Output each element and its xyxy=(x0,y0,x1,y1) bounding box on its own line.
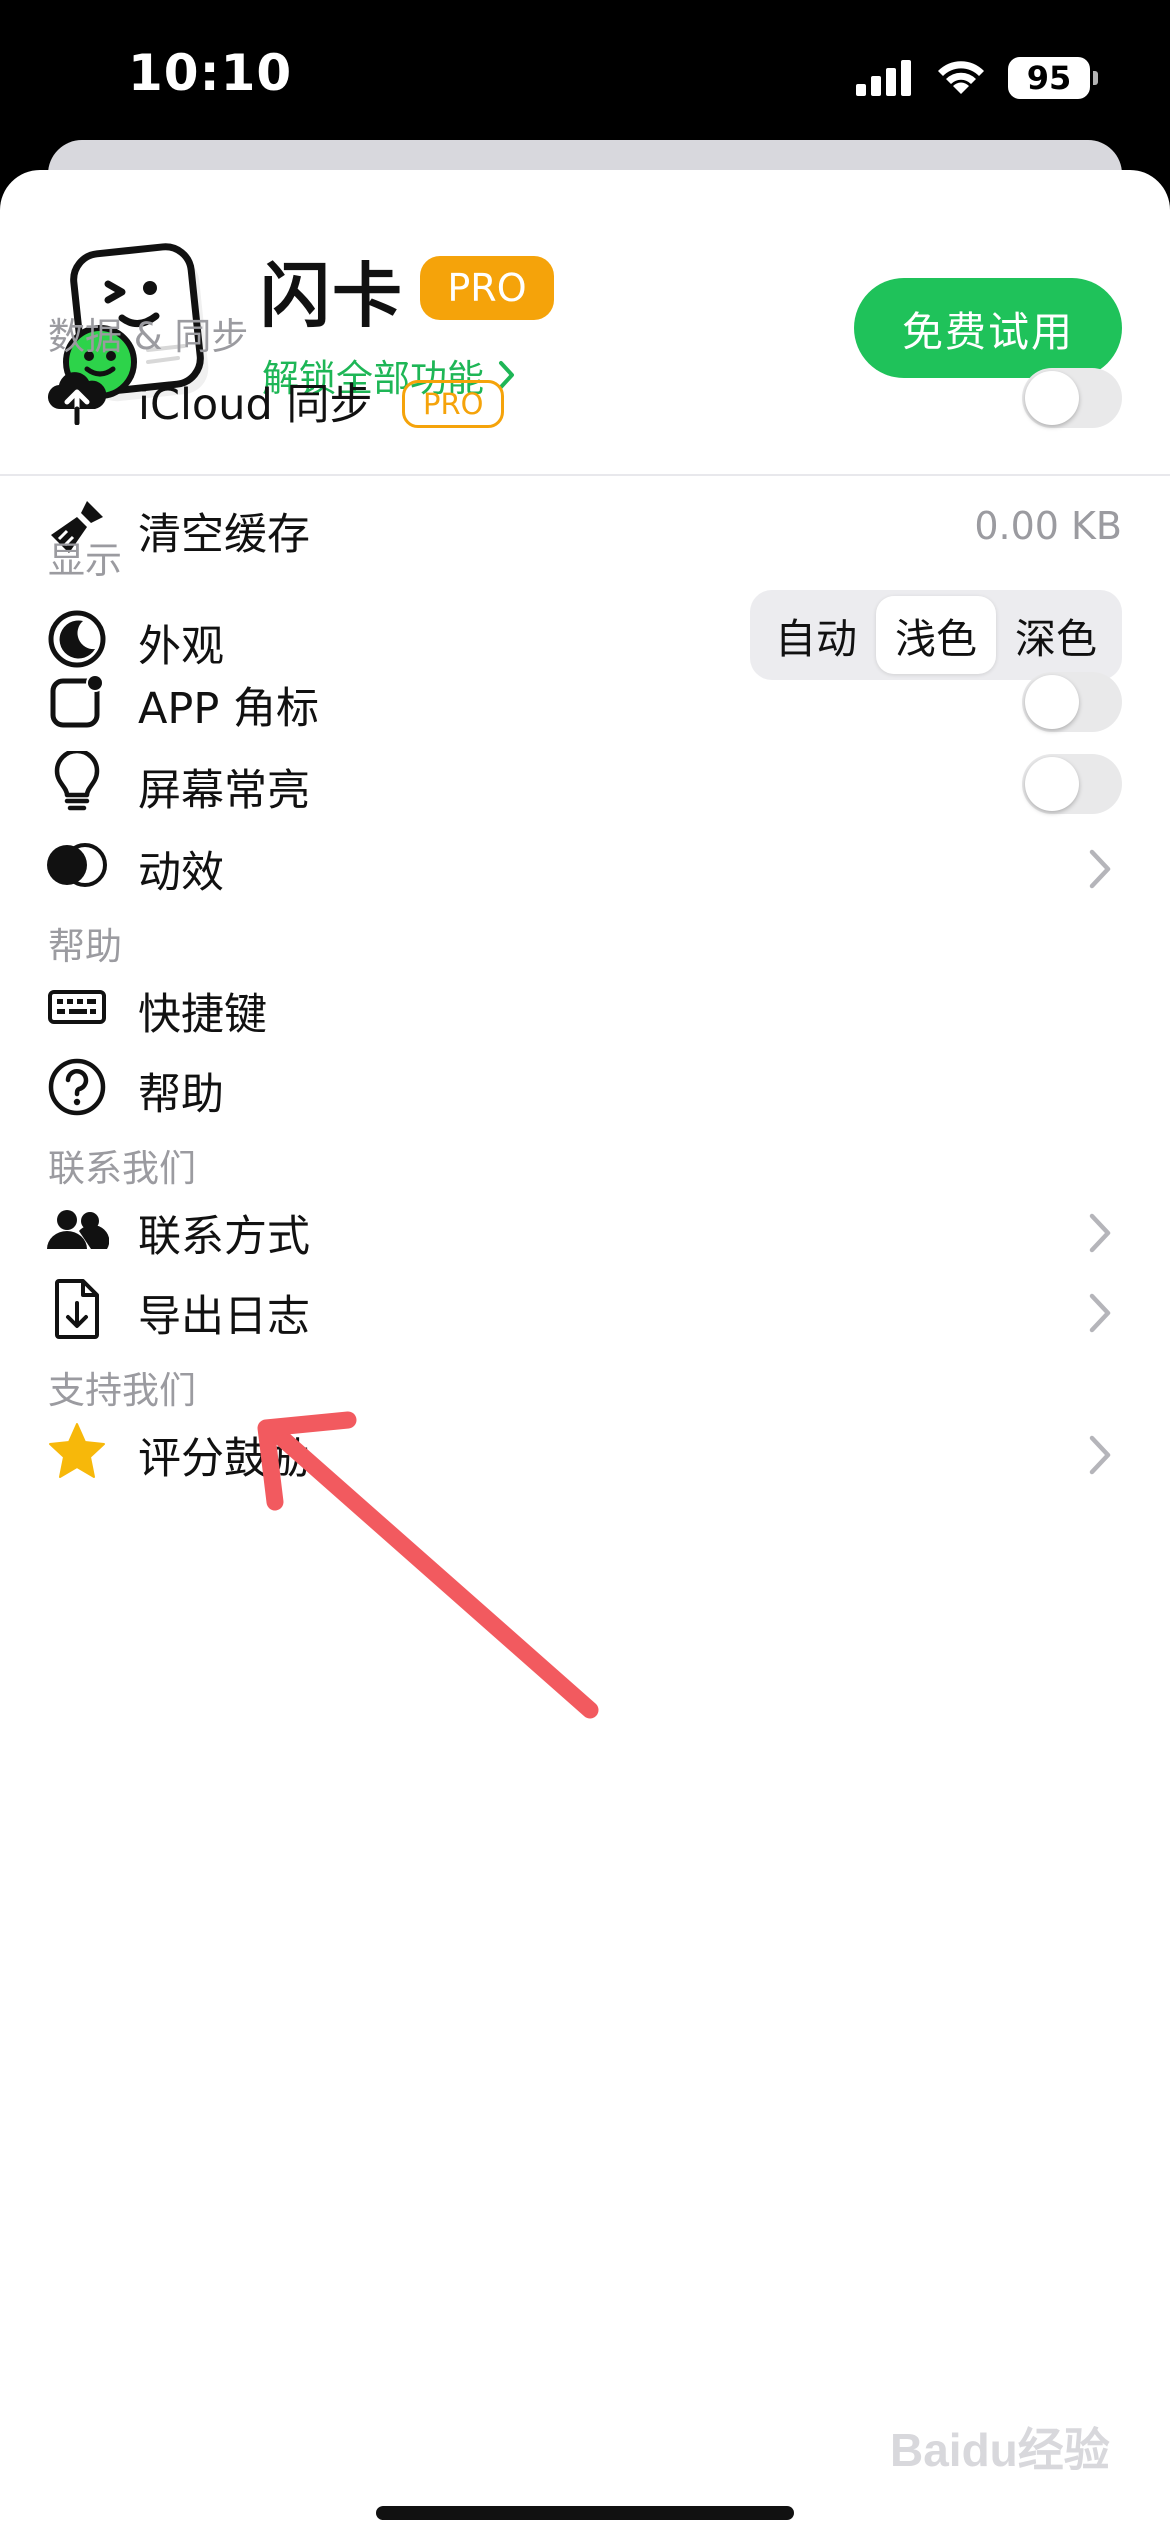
people-icon xyxy=(44,1196,110,1262)
row-export-logs[interactable]: 导出日志 xyxy=(0,1254,1170,1364)
row-clear-cache[interactable]: 清空缓存 0.00 KB xyxy=(0,472,1170,582)
app-badge-icon xyxy=(44,668,110,734)
app-badge-label: APP 角标 xyxy=(138,684,319,734)
row-rate-app[interactable]: 评分鼓励 xyxy=(0,1396,1170,1506)
keep-screen-on-label: 屏幕常亮 xyxy=(138,766,310,816)
clear-cache-label: 清空缓存 xyxy=(138,510,310,560)
keep-screen-on-toggle[interactable] xyxy=(1022,754,1122,814)
section-title-display: 显示 xyxy=(48,539,122,582)
baidu-watermark: Baidu经验 xyxy=(890,2424,1110,2476)
battery-level: 95 xyxy=(1026,59,1072,97)
lightbulb-icon xyxy=(44,750,110,816)
animation-icon xyxy=(44,832,110,898)
animation-label: 动效 xyxy=(138,848,224,898)
watermark-text: Baidu经验 xyxy=(890,2424,1110,2476)
cloud-upload-icon xyxy=(44,364,110,430)
rate-app-label: 评分鼓励 xyxy=(138,1434,310,1484)
signal-icon xyxy=(856,60,911,96)
status-time: 10:10 xyxy=(128,44,293,102)
app-name: 闪卡 xyxy=(260,255,404,337)
status-icons: 95 xyxy=(854,56,1098,100)
question-circle-icon xyxy=(44,1054,110,1120)
status-bar: 10:10 95 xyxy=(0,0,1170,150)
chevron-right-icon xyxy=(1089,849,1111,889)
star-icon xyxy=(44,1418,110,1484)
battery-icon: 95 xyxy=(1008,57,1098,99)
pro-outline-badge: PRO xyxy=(402,380,505,428)
app-badge-toggle[interactable] xyxy=(1022,672,1122,732)
icloud-sync-toggle[interactable] xyxy=(1022,368,1122,428)
row-icloud-sync[interactable]: iCloud 同步 PRO xyxy=(0,342,1170,452)
pro-badge: PRO xyxy=(420,256,554,320)
document-download-icon xyxy=(44,1276,110,1342)
row-help[interactable]: 帮助 xyxy=(0,1032,1170,1142)
wifi-icon xyxy=(938,61,984,94)
export-logs-label: 导出日志 xyxy=(138,1292,310,1342)
home-indicator xyxy=(376,2506,794,2520)
chevron-right-icon xyxy=(1089,1435,1111,1475)
chevron-right-icon xyxy=(1089,1213,1111,1253)
chevron-right-icon xyxy=(1089,1293,1111,1333)
icloud-sync-label: iCloud 同步 xyxy=(138,380,373,430)
row-animation[interactable]: 动效 xyxy=(0,810,1170,920)
keyboard-icon xyxy=(44,974,110,1040)
settings-sheet: 闪卡 PRO 解锁全部功能 免费试用 数据 & 同步 iCloud 同步 PRO xyxy=(0,170,1170,2532)
cache-size-value: 0.00 KB xyxy=(974,504,1122,548)
help-label: 帮助 xyxy=(138,1070,224,1120)
